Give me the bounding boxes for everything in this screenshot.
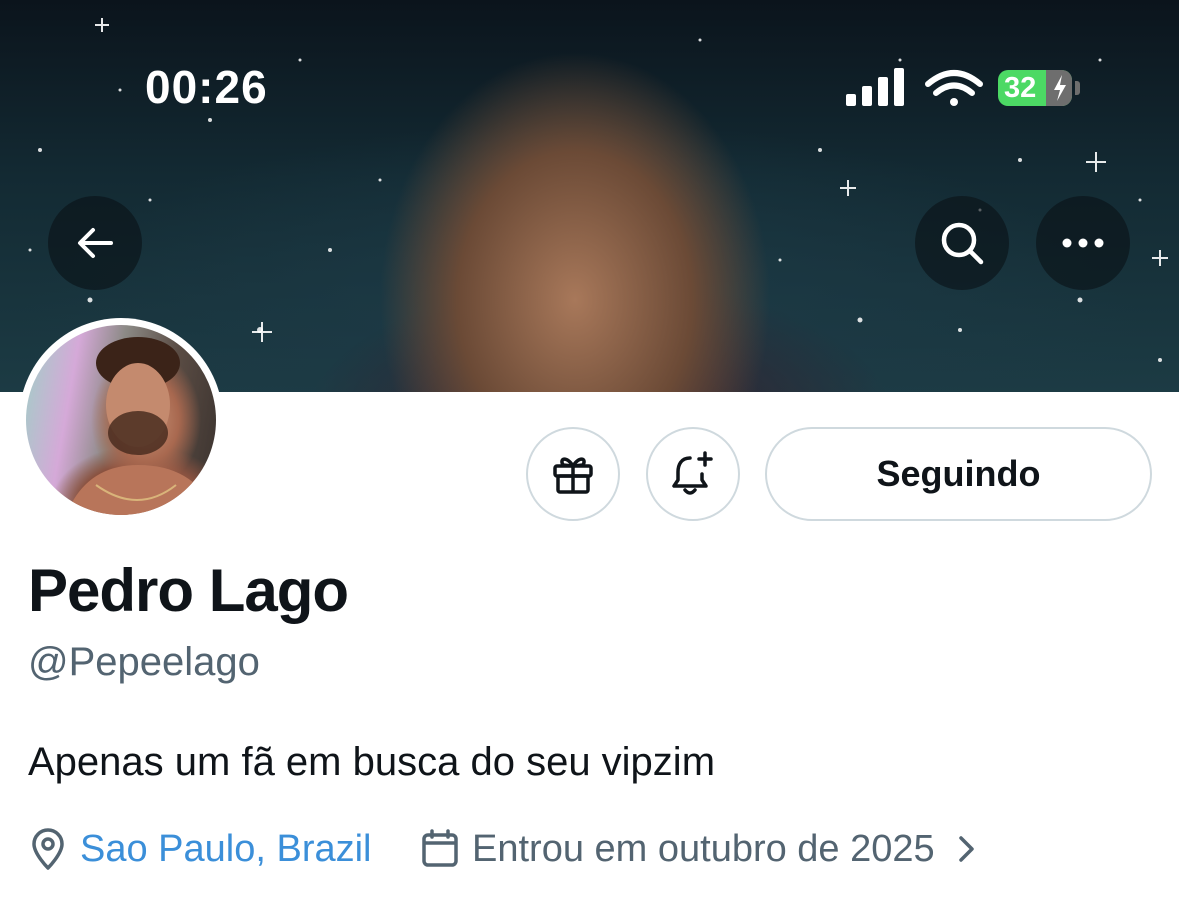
search-button[interactable] (915, 196, 1009, 290)
avatar-face-illustration (66, 337, 216, 515)
banner-starfield (28, 18, 1168, 372)
notifications-button[interactable] (646, 427, 740, 521)
bell-plus-icon (672, 451, 713, 495)
back-button[interactable] (48, 196, 142, 290)
charging-bolt-icon (1054, 75, 1066, 101)
profile-joined[interactable]: Entrou em outubro de 2025 (420, 824, 991, 874)
battery-indicator: 32 (998, 70, 1072, 106)
more-button[interactable] (1036, 196, 1130, 290)
profile-banner[interactable]: 00:26 32 (0, 0, 1179, 392)
more-horizontal-icon (1062, 238, 1104, 248)
chevron-right-icon (958, 836, 974, 862)
gift-icon (553, 457, 593, 494)
arrow-left-icon (78, 228, 113, 258)
location-pin-icon (32, 828, 64, 870)
profile-handle: @Pepeelago (28, 640, 260, 684)
profile-bio: Apenas um fã em busca do seu vipzim (28, 740, 716, 784)
cellular-signal-icon (846, 68, 904, 106)
profile-avatar[interactable] (19, 318, 223, 522)
battery-cap (1075, 81, 1080, 95)
wifi-icon (925, 70, 983, 106)
location-text[interactable]: Sao Paulo, Brazil (80, 828, 372, 871)
calendar-icon (422, 829, 458, 867)
status-time: 00:26 (145, 61, 268, 113)
avatar-photo (26, 325, 216, 515)
profile-name: Pedro Lago (28, 557, 349, 624)
profile-location[interactable]: Sao Paulo, Brazil (28, 824, 372, 874)
following-button[interactable]: Seguindo (765, 427, 1152, 521)
search-icon (941, 222, 984, 265)
gift-button[interactable] (526, 427, 620, 521)
joined-text: Entrou em outubro de 2025 (472, 827, 935, 870)
